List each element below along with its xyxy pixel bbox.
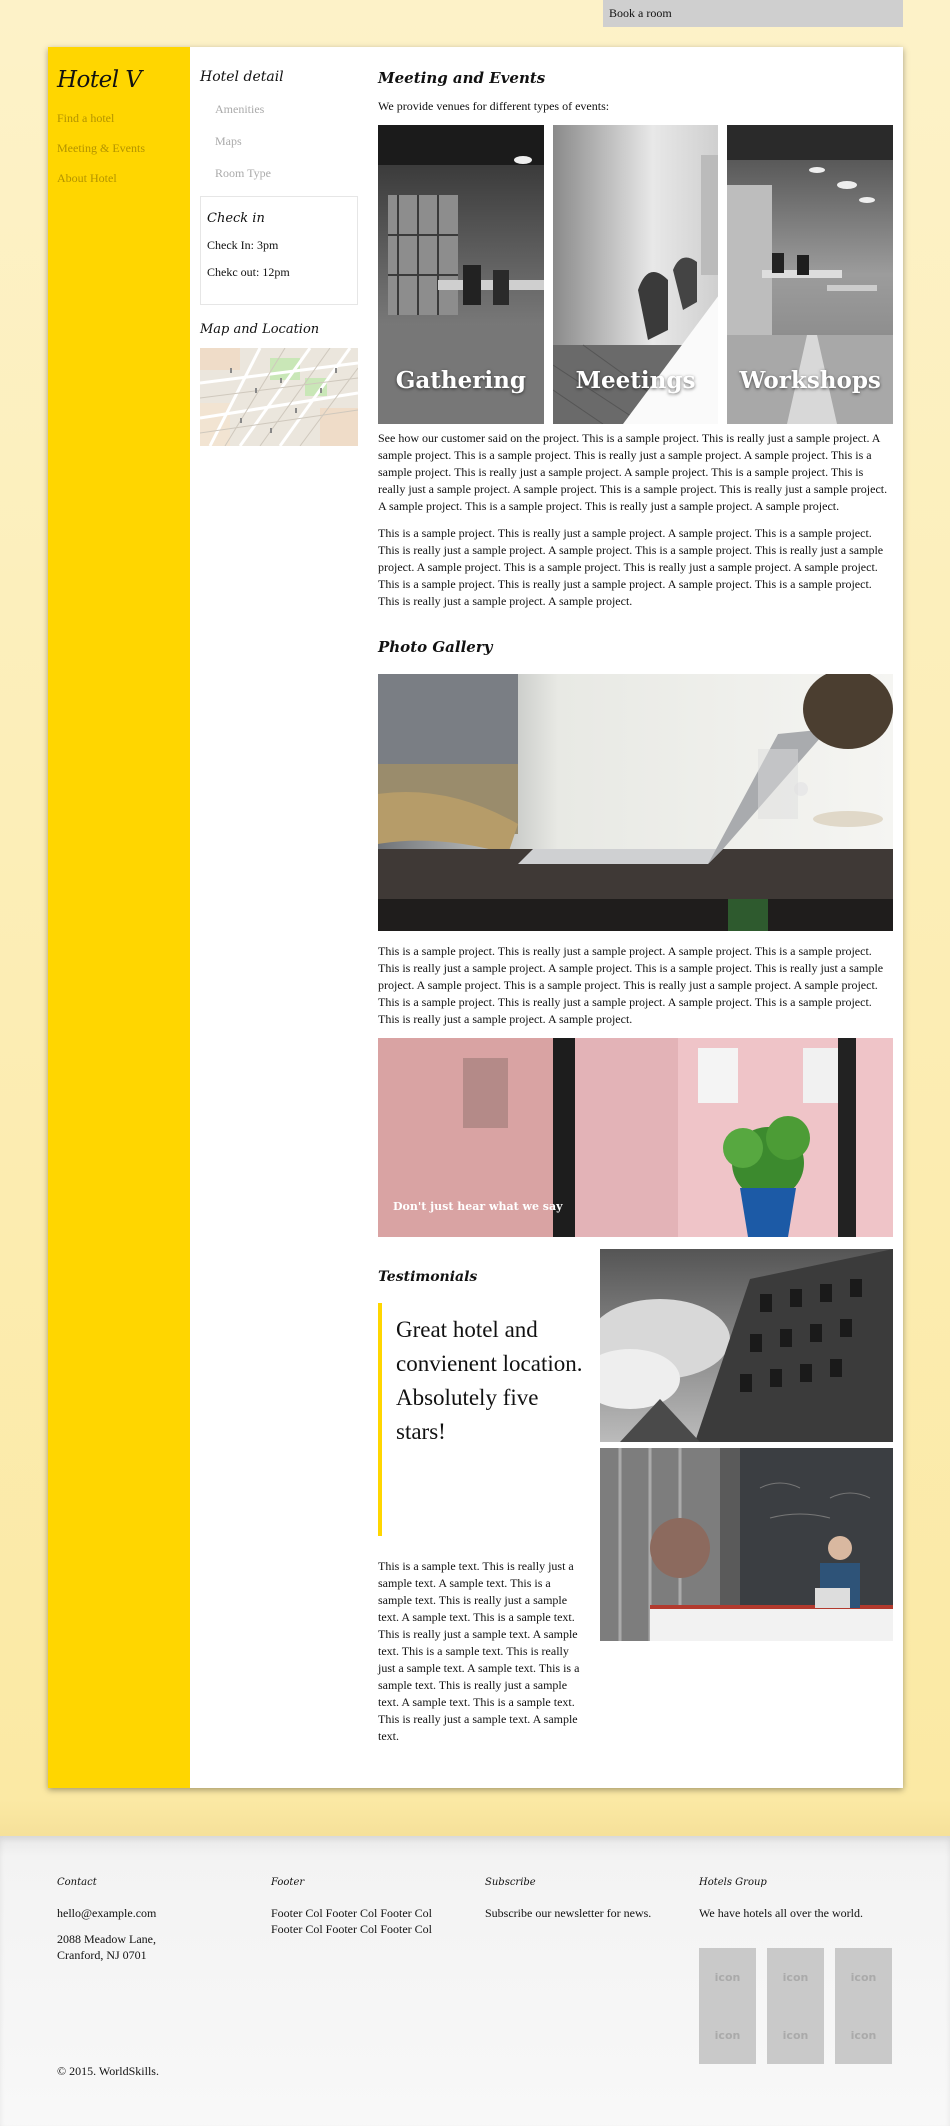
link-maps[interactable]: Maps	[200, 134, 358, 149]
sidebar: Hotel V Find a hotel Meeting & Events Ab…	[48, 47, 190, 1788]
copyright: © 2015. WorldSkills.	[57, 2064, 159, 2078]
footer: Contact hello@example.com 2088 Meadow La…	[0, 1836, 950, 2126]
gallery-photo-plant[interactable]: Don't just hear what we say	[378, 1038, 893, 1237]
brand-logo[interactable]: Hotel V	[57, 67, 181, 93]
check-in-time: Check In: 3pm	[207, 238, 279, 252]
tile-meetings[interactable]: Meetings	[552, 125, 719, 424]
footer-col-line2: Footer Col Footer Col Footer Col	[271, 1922, 433, 1936]
testimonials-photos	[600, 1249, 893, 1647]
checkin-box: Check in Check In: 3pm Chekc out: 12pm	[200, 196, 358, 305]
footer-group-text: We have hotels all over the world.	[699, 1906, 863, 1920]
footer-email-link[interactable]: hello@example.com	[57, 1905, 156, 1921]
hotel-group-icon[interactable]: icon	[699, 2006, 756, 2064]
footer-hotels-group: Hotels Group We have hotels all over the…	[699, 1877, 899, 2064]
main-card: Hotel V Find a hotel Meeting & Events Ab…	[48, 47, 903, 1788]
book-a-room-button[interactable]: Book a room	[603, 0, 903, 27]
tile-gathering-label: Gathering	[395, 367, 526, 394]
testimonials-heading: Testimonials	[378, 1269, 478, 1285]
footer-contact: Contact hello@example.com 2088 Meadow La…	[57, 1877, 156, 1963]
meeting-events-heading: Meeting and Events	[378, 69, 546, 87]
gallery-paragraph: This is a sample project. This is really…	[378, 944, 884, 1026]
photo-gallery-heading: Photo Gallery	[378, 638, 493, 656]
main-content: Meeting and Events We provide venues for…	[378, 47, 894, 1743]
tile-gathering[interactable]: Gathering	[378, 125, 544, 424]
link-room-type[interactable]: Room Type	[200, 166, 358, 181]
footer-group-heading: Hotels Group	[699, 1877, 767, 1888]
check-out-time: Chekc out: 12pm	[207, 265, 290, 279]
laptop-photo-image	[378, 674, 893, 931]
footer-address-line2: Cranford, NJ 0701	[57, 1948, 147, 1962]
gallery-photo-laptop[interactable]	[378, 674, 893, 931]
footer-subscribe: Subscribe Subscribe our newsletter for n…	[485, 1877, 651, 1921]
footer-col-heading: Footer	[271, 1877, 305, 1888]
map-heading: Map and Location	[200, 322, 320, 337]
footer-subscribe-text[interactable]: Subscribe our newsletter for news.	[485, 1905, 651, 1921]
hotel-group-icon[interactable]: icon	[767, 1948, 824, 2006]
footer-subscribe-heading: Subscribe	[485, 1877, 536, 1888]
sidebar-item-meeting-events[interactable]: Meeting & Events	[57, 141, 181, 156]
testimonial-intro-paragraph: See how our customer said on the project…	[378, 431, 888, 513]
map-image	[200, 348, 358, 446]
hotel-group-icon[interactable]: icon	[699, 1948, 756, 2006]
events-intro: We provide venues for different types of…	[378, 99, 610, 113]
office-photo-image	[600, 1448, 893, 1641]
testimonial-photo-office[interactable]	[600, 1448, 893, 1641]
testimonials-section: Testimonials Great hotel and convienent …	[378, 1249, 893, 1743]
footer-col-line1: Footer Col Footer Col Footer Col	[271, 1906, 433, 1920]
link-amenities[interactable]: Amenities	[200, 102, 358, 117]
hotel-group-icon[interactable]: icon	[767, 2006, 824, 2064]
hotel-group-icon[interactable]: icon	[835, 1948, 892, 2006]
tile-workshops-label: Workshops	[739, 367, 881, 394]
building-photo-image	[600, 1249, 893, 1442]
testimonial-quote: Great hotel and convienent location. Abs…	[378, 1303, 583, 1536]
testimonials-text-column: Testimonials Great hotel and convienent …	[378, 1249, 583, 1745]
testimonial-text: This is a sample text. This is really ju…	[378, 1559, 580, 1743]
hotel-detail-heading: Hotel detail	[200, 69, 284, 85]
sidebar-item-about-hotel[interactable]: About Hotel	[57, 171, 181, 186]
hotel-group-icon[interactable]: icon	[835, 2006, 892, 2064]
footer-contact-heading: Contact	[57, 1877, 97, 1888]
checkin-heading: Check in	[207, 211, 265, 226]
plant-caption: Don't just hear what we say	[393, 1200, 563, 1213]
event-tiles: Gathering Meetings Workshops	[378, 125, 894, 424]
footer-address-line1: 2088 Meadow Lane,	[57, 1932, 156, 1946]
sidebar-item-find-hotel[interactable]: Find a hotel	[57, 111, 181, 126]
location-map[interactable]	[200, 348, 358, 446]
footer-footer-col: Footer Footer Col Footer Col Footer Col …	[271, 1877, 432, 1937]
tile-workshops[interactable]: Workshops	[727, 125, 894, 424]
testimonial-photo-building[interactable]	[600, 1249, 893, 1442]
events-paragraph: This is a sample project. This is really…	[378, 526, 884, 608]
hotel-detail-column: Hotel detail Amenities Maps Room Type Ch…	[200, 47, 358, 446]
tile-meetings-label: Meetings	[575, 367, 696, 394]
